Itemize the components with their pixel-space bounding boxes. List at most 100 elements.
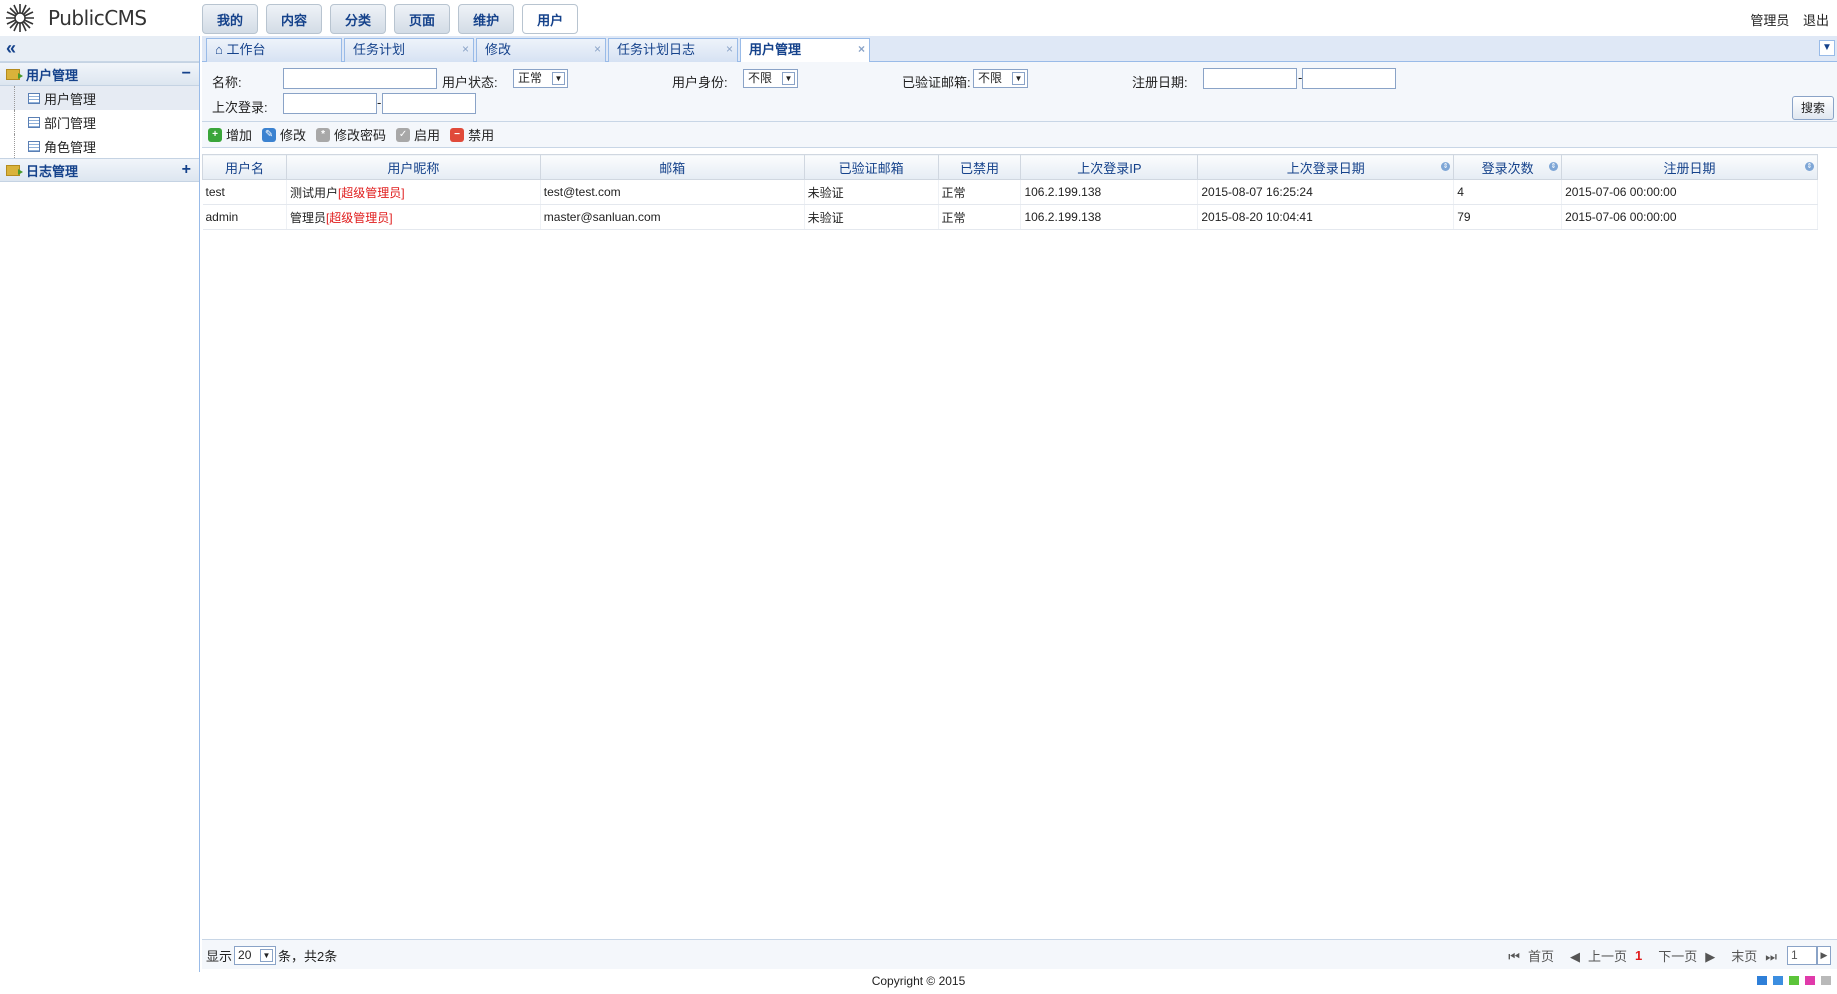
prev-page-icon: ◀ <box>1570 949 1581 964</box>
column-header-disabled[interactable]: 已禁用 <box>937 154 1022 180</box>
column-header-email[interactable]: 邮箱 <box>539 154 805 180</box>
cell-last-login-ip: 106.2.199.138 <box>1020 204 1199 230</box>
first-page-button[interactable]: ⏮ 首页 <box>1500 946 1554 965</box>
regdate-end-input[interactable] <box>1302 68 1396 89</box>
lastlogin-start-input[interactable] <box>283 93 377 114</box>
enable-button[interactable]: ✓ 启用 <box>396 125 440 144</box>
close-icon[interactable]: × <box>726 38 733 60</box>
sort-icon[interactable]: ⇕ <box>1805 162 1814 171</box>
tab-label: 任务计划日志 <box>617 42 696 57</box>
collapse-icon[interactable]: − <box>182 65 191 83</box>
sort-icon[interactable]: ⇕ <box>1441 162 1451 171</box>
current-user-link[interactable]: 管理员 <box>1750 13 1789 28</box>
close-icon[interactable]: × <box>462 38 469 60</box>
sidebar-item-label: 部门管理 <box>44 115 97 131</box>
cell-register-date: 2015-07-06 00:00:00 <box>1561 204 1818 230</box>
prev-page-button[interactable]: ◀ 上一页 <box>1562 946 1627 965</box>
edit-button[interactable]: ✎ 修改 <box>262 125 306 144</box>
column-header-username[interactable]: 用户名 <box>202 154 287 180</box>
disable-button[interactable]: − 禁用 <box>450 125 494 144</box>
status-select[interactable]: 正常 ▼ <box>513 69 568 88</box>
accordion-user-management[interactable]: 用户管理 − <box>0 62 199 86</box>
logout-link[interactable]: 退出 <box>1803 13 1829 28</box>
next-page-icon: ▶ <box>1705 949 1716 964</box>
regdate-start-input[interactable] <box>1203 68 1297 89</box>
column-header-last-login-date[interactable]: 上次登录日期 ⇕ <box>1197 154 1455 180</box>
nav-page[interactable]: 页面 <box>394 4 451 34</box>
cell-verified-email: 未验证 <box>804 204 939 230</box>
theme-lightblue-swatch[interactable] <box>1773 976 1783 985</box>
nav-category[interactable]: 分类 <box>330 4 387 34</box>
page-size-select[interactable]: 20 ▼ <box>234 946 277 965</box>
name-input[interactable] <box>283 68 437 89</box>
theme-blue-swatch[interactable] <box>1757 976 1767 985</box>
page-number-input[interactable]: 1 <box>1787 946 1817 965</box>
edit-icon: ✎ <box>262 127 277 142</box>
table-row[interactable]: admin 管理员[超级管理员] master@sanluan.com 未验证 … <box>202 204 1818 230</box>
add-button[interactable]: + 增加 <box>208 125 252 144</box>
chevron-down-icon: ▼ <box>260 949 274 962</box>
nav-maintain[interactable]: 维护 <box>458 4 515 34</box>
first-page-label: 首页 <box>1528 949 1555 964</box>
sidebar-item-role-management[interactable]: 角色管理 <box>0 134 199 158</box>
folder-icon <box>6 164 23 176</box>
page-size-control: 显示 20 ▼ 条，共2条 <box>206 946 337 965</box>
next-page-button[interactable]: 下一页 ▶ <box>1650 946 1715 965</box>
last-page-button[interactable]: 末页 ⏭ <box>1723 946 1777 965</box>
identity-label: 用户身份: <box>672 75 728 90</box>
nickname-text: 管理员 <box>289 210 326 225</box>
search-button[interactable]: 搜索 <box>1792 96 1834 120</box>
verified-email-label: 已验证邮箱: <box>902 75 971 90</box>
sort-icon[interactable]: ⇕ <box>1549 162 1559 171</box>
nav-my[interactable]: 我的 <box>202 4 259 34</box>
theme-gray-swatch[interactable] <box>1821 976 1831 985</box>
cell-last-login-date: 2015-08-20 10:04:41 <box>1197 204 1455 230</box>
identity-select[interactable]: 不限 ▼ <box>743 69 798 88</box>
lastlogin-label: 上次登录: <box>212 100 268 115</box>
sidebar-item-label: 角色管理 <box>44 139 97 155</box>
nickname-text: 测试用户 <box>289 185 338 200</box>
verified-email-select[interactable]: 不限 ▼ <box>973 69 1028 88</box>
sidebar-item-user-management[interactable]: 用户管理 <box>0 86 199 110</box>
lastlogin-end-input[interactable] <box>382 93 476 114</box>
expand-icon[interactable]: + <box>182 161 191 179</box>
cell-nickname: 测试用户[超级管理员] <box>286 179 541 205</box>
change-password-button[interactable]: * 修改密码 <box>316 125 386 144</box>
sidebar-item-department-management[interactable]: 部门管理 <box>0 110 199 134</box>
app-name: PublicCMS <box>48 6 147 30</box>
nav-content[interactable]: 内容 <box>266 4 323 34</box>
logo[interactable]: PublicCMS <box>4 2 147 34</box>
column-header-label: 注册日期 <box>1663 160 1716 176</box>
next-page-label: 下一页 <box>1658 949 1698 964</box>
accordion-log-management[interactable]: 日志管理 + <box>0 158 199 182</box>
close-icon[interactable]: × <box>594 38 601 60</box>
tab-task-plan[interactable]: 任务计划 × <box>344 38 474 62</box>
column-header-nickname[interactable]: 用户昵称 <box>285 154 541 180</box>
tab-user-management[interactable]: 用户管理 × <box>740 38 870 63</box>
current-page[interactable]: 1 <box>1635 948 1642 963</box>
copyright: Copyright © 2015 <box>871 974 966 988</box>
go-page-icon[interactable]: ▶ <box>1817 946 1831 965</box>
table-header-row: 用户名 用户昵称 邮箱 已验证邮箱 已禁用 上次登录IP 上次登录日期 ⇕ 登录次… <box>202 154 1818 180</box>
tab-workbench[interactable]: ⌂ 工作台 <box>206 38 342 62</box>
tab-edit[interactable]: 修改 × <box>476 38 606 62</box>
column-header-register-date[interactable]: 注册日期 ⇕ <box>1561 154 1818 180</box>
sidebar-item-label: 用户管理 <box>44 91 97 107</box>
column-header-last-login-ip[interactable]: 上次登录IP <box>1020 154 1199 180</box>
sidebar-collapse-button[interactable]: « <box>0 36 199 62</box>
status-value: 正常 <box>518 71 543 85</box>
nav-user[interactable]: 用户 <box>522 4 579 34</box>
first-page-icon: ⏮ <box>1508 949 1520 964</box>
theme-pink-swatch[interactable] <box>1805 976 1815 985</box>
tab-task-log[interactable]: 任务计划日志 × <box>608 38 738 62</box>
theme-green-swatch[interactable] <box>1789 976 1799 985</box>
close-icon[interactable]: × <box>858 38 865 60</box>
tab-list-dropdown-icon[interactable]: ▼ <box>1819 40 1835 56</box>
column-header-verified-email[interactable]: 已验证邮箱 <box>803 154 939 180</box>
verified-email-value: 不限 <box>978 71 1003 85</box>
table-row[interactable]: test 测试用户[超级管理员] test@test.com 未验证 正常 10… <box>202 179 1818 205</box>
total-label: 条，共2条 <box>278 949 338 964</box>
column-header-login-count[interactable]: 登录次数 ⇕ <box>1453 154 1563 180</box>
last-page-label: 末页 <box>1731 949 1758 964</box>
toolbar: + 增加 ✎ 修改 * 修改密码 ✓ 启用 − 禁用 <box>202 122 1837 148</box>
